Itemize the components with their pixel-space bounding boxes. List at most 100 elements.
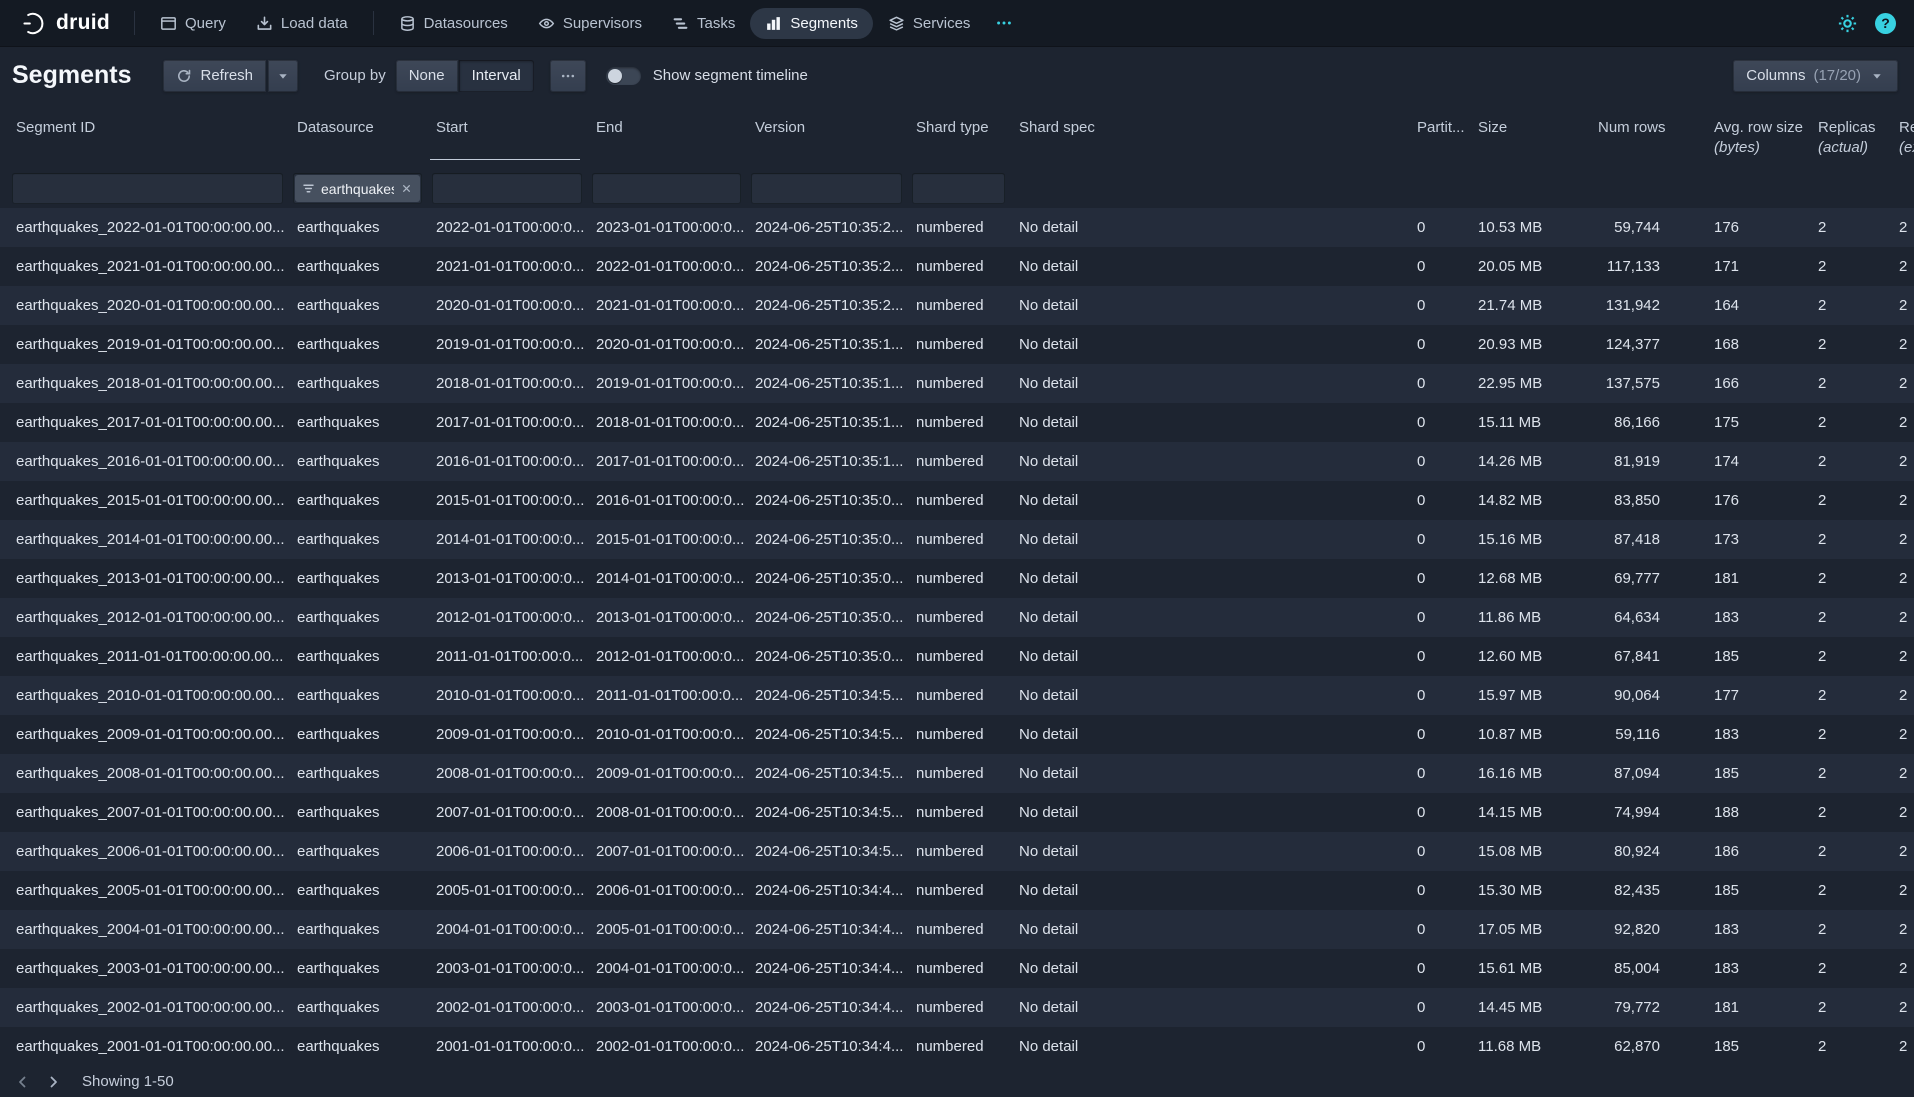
group-by-option-interval[interactable]: Interval bbox=[459, 60, 534, 92]
column-header-replicas[interactable]: Replicas(actual) bbox=[1812, 119, 1893, 165]
table-row[interactable]: earthquakes_2018-01-01T00:00:00.00...ear… bbox=[0, 364, 1914, 403]
column-header-partition[interactable]: Partit... bbox=[1411, 119, 1472, 165]
cell-num_rows: 83,850 bbox=[1592, 492, 1708, 509]
table-row[interactable]: earthquakes_2001-01-01T00:00:00.00...ear… bbox=[0, 1027, 1914, 1066]
refresh-caret-button[interactable] bbox=[268, 60, 298, 92]
cell-datasource: earthquakes bbox=[291, 648, 430, 665]
cell-avg_row_size: 185 bbox=[1708, 648, 1812, 665]
column-header-size[interactable]: Size bbox=[1472, 119, 1592, 165]
cell-replication_factor: 2 bbox=[1893, 726, 1914, 743]
columns-button[interactable]: Columns (17/20) bbox=[1733, 60, 1898, 92]
caret-down-icon bbox=[275, 68, 291, 84]
table-row[interactable]: earthquakes_2016-01-01T00:00:00.00...ear… bbox=[0, 442, 1914, 481]
table-row[interactable]: earthquakes_2012-01-01T00:00:00.00...ear… bbox=[0, 598, 1914, 637]
cell-replication_factor: 2 bbox=[1893, 687, 1914, 704]
gear-icon[interactable] bbox=[1837, 13, 1858, 34]
cell-datasource: earthquakes bbox=[291, 414, 430, 431]
column-label: Size bbox=[1478, 119, 1507, 136]
nav-divider bbox=[134, 11, 135, 35]
column-header-avg_row_size[interactable]: Avg. row size(bytes) bbox=[1708, 119, 1812, 165]
cell-num_rows: 81,919 bbox=[1592, 453, 1708, 470]
cell-shard_spec: No detail bbox=[1013, 804, 1411, 821]
cell-datasource: earthquakes bbox=[291, 219, 430, 236]
table-row[interactable]: earthquakes_2017-01-01T00:00:00.00...ear… bbox=[0, 403, 1914, 442]
column-header-datasource[interactable]: Datasource bbox=[291, 119, 430, 165]
cell-version: 2024-06-25T10:35:0... bbox=[749, 609, 910, 626]
nav-item-load-data[interactable]: Load data bbox=[241, 8, 363, 39]
more-options-button[interactable] bbox=[550, 60, 586, 92]
table-row[interactable]: earthquakes_2013-01-01T00:00:00.00...ear… bbox=[0, 559, 1914, 598]
cell-num_rows: 117,133 bbox=[1592, 258, 1708, 275]
table-row[interactable]: earthquakes_2005-01-01T00:00:00.00...ear… bbox=[0, 871, 1914, 910]
prev-page-button[interactable] bbox=[8, 1068, 38, 1095]
remove-filter-icon[interactable] bbox=[400, 182, 413, 195]
table-row[interactable]: earthquakes_2022-01-01T00:00:00.00...ear… bbox=[0, 208, 1914, 247]
table-row[interactable]: earthquakes_2004-01-01T00:00:00.00...ear… bbox=[0, 910, 1914, 949]
filter-input-version[interactable] bbox=[751, 173, 902, 204]
table-row[interactable]: earthquakes_2011-01-01T00:00:00.00...ear… bbox=[0, 637, 1914, 676]
table-row[interactable]: earthquakes_2014-01-01T00:00:00.00...ear… bbox=[0, 520, 1914, 559]
group-by-option-none[interactable]: None bbox=[396, 60, 458, 92]
cell-replication_factor: 2 bbox=[1893, 531, 1914, 548]
column-header-start[interactable]: Start bbox=[430, 119, 590, 165]
cell-shard_type: numbered bbox=[910, 687, 1013, 704]
table-row[interactable]: earthquakes_2021-01-01T00:00:00.00...ear… bbox=[0, 247, 1914, 286]
filter-input-datasource[interactable]: earthquakes bbox=[293, 173, 422, 204]
table-row[interactable]: earthquakes_2007-01-01T00:00:00.00...ear… bbox=[0, 793, 1914, 832]
cell-segment_id: earthquakes_2014-01-01T00:00:00.00... bbox=[10, 531, 291, 548]
cell-datasource: earthquakes bbox=[291, 804, 430, 821]
filter-input-segment_id[interactable] bbox=[12, 173, 283, 204]
column-header-end[interactable]: End bbox=[590, 119, 749, 165]
next-page-button[interactable] bbox=[38, 1068, 68, 1095]
filter-input-end[interactable] bbox=[592, 173, 741, 204]
table-row[interactable]: earthquakes_2009-01-01T00:00:00.00...ear… bbox=[0, 715, 1914, 754]
cell-version: 2024-06-25T10:35:1... bbox=[749, 336, 910, 353]
nav-item-query[interactable]: Query bbox=[145, 8, 241, 39]
nav-item-label: Supervisors bbox=[563, 15, 642, 32]
segment-timeline-toggle-label: Show segment timeline bbox=[653, 67, 808, 84]
cell-shard_spec: No detail bbox=[1013, 297, 1411, 314]
table-row[interactable]: earthquakes_2006-01-01T00:00:00.00...ear… bbox=[0, 832, 1914, 871]
column-header-num_rows[interactable]: Num rows bbox=[1592, 119, 1708, 165]
cell-partition: 0 bbox=[1411, 258, 1472, 275]
table-row[interactable]: earthquakes_2019-01-01T00:00:00.00...ear… bbox=[0, 325, 1914, 364]
filter-cell-datasource: earthquakes bbox=[291, 173, 430, 204]
filter-input-shard_type[interactable] bbox=[912, 173, 1005, 204]
nav-item-datasources[interactable]: Datasources bbox=[384, 8, 523, 39]
cell-shard_type: numbered bbox=[910, 414, 1013, 431]
column-header-replication_factor[interactable]: Replication factor(expected) bbox=[1893, 119, 1914, 165]
cell-end: 2021-01-01T00:00:0... bbox=[590, 297, 749, 314]
toggle-knob bbox=[608, 69, 622, 83]
filter-input-start[interactable] bbox=[432, 173, 582, 204]
refresh-label: Refresh bbox=[200, 67, 253, 84]
cell-shard_spec: No detail bbox=[1013, 414, 1411, 431]
datasource-filter-tag[interactable]: earthquakes bbox=[295, 175, 420, 202]
cell-shard_spec: No detail bbox=[1013, 453, 1411, 470]
cell-end: 2022-01-01T00:00:0... bbox=[590, 258, 749, 275]
refresh-button[interactable]: Refresh bbox=[163, 60, 266, 92]
cell-shard_type: numbered bbox=[910, 1038, 1013, 1055]
table-row[interactable]: earthquakes_2008-01-01T00:00:00.00...ear… bbox=[0, 754, 1914, 793]
segment-timeline-toggle[interactable] bbox=[606, 67, 641, 85]
nav-item-segments[interactable]: Segments bbox=[750, 8, 873, 39]
table-row[interactable]: earthquakes_2010-01-01T00:00:00.00...ear… bbox=[0, 676, 1914, 715]
nav-item-services[interactable]: Services bbox=[873, 8, 986, 39]
column-header-segment_id[interactable]: Segment ID bbox=[10, 119, 291, 165]
help-icon[interactable]: ? bbox=[1875, 13, 1896, 34]
cell-size: 14.26 MB bbox=[1472, 453, 1592, 470]
table-row[interactable]: earthquakes_2003-01-01T00:00:00.00...ear… bbox=[0, 949, 1914, 988]
column-header-shard_spec[interactable]: Shard spec bbox=[1013, 119, 1411, 165]
cell-partition: 0 bbox=[1411, 999, 1472, 1016]
nav-overflow-button[interactable] bbox=[985, 14, 1023, 32]
column-header-shard_type[interactable]: Shard type bbox=[910, 119, 1013, 165]
table-row[interactable]: earthquakes_2002-01-01T00:00:00.00...ear… bbox=[0, 988, 1914, 1027]
cell-replicas: 2 bbox=[1812, 648, 1893, 665]
table-row[interactable]: earthquakes_2020-01-01T00:00:00.00...ear… bbox=[0, 286, 1914, 325]
cell-avg_row_size: 168 bbox=[1708, 336, 1812, 353]
showing-range: Showing 1-50 bbox=[82, 1073, 174, 1090]
table-row[interactable]: earthquakes_2015-01-01T00:00:00.00...ear… bbox=[0, 481, 1914, 520]
druid-brand[interactable]: druid bbox=[20, 10, 110, 37]
column-header-version[interactable]: Version bbox=[749, 119, 910, 165]
nav-item-supervisors[interactable]: Supervisors bbox=[523, 8, 657, 39]
nav-item-tasks[interactable]: Tasks bbox=[657, 8, 750, 39]
